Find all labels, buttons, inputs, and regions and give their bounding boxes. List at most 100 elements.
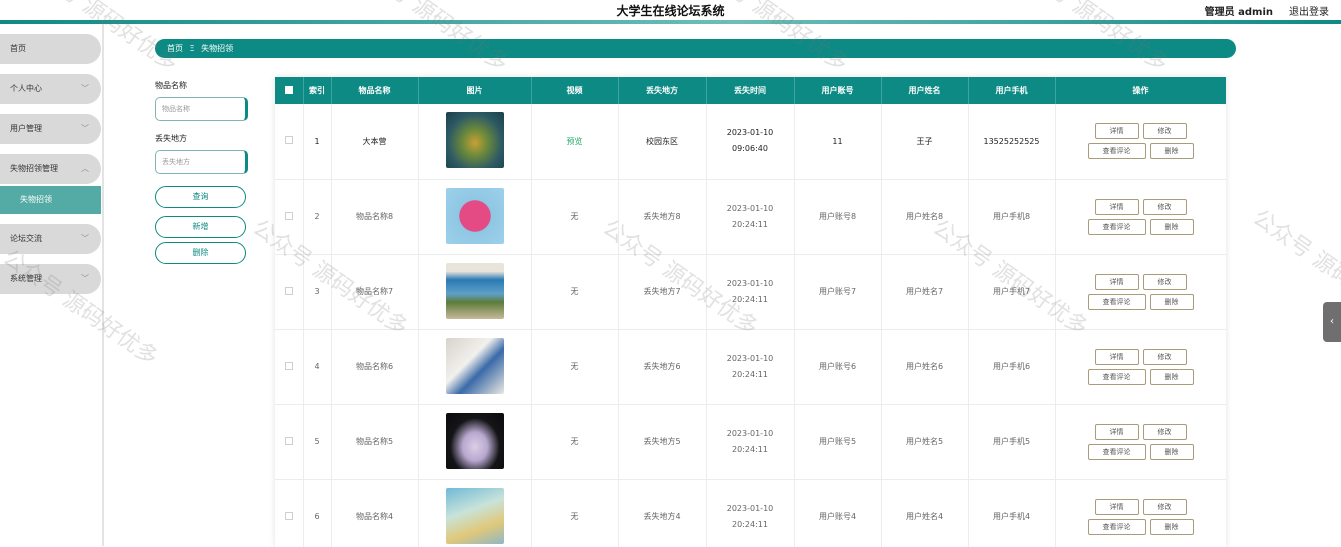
table-row: 4 物品名称6 无丢失地方6 2023-01-10 20:24:11 用户账号6 用户姓名… xyxy=(275,329,1226,405)
detail-button[interactable]: 详情 xyxy=(1094,498,1139,515)
view-comments-button[interactable]: 查看评论 xyxy=(1087,143,1146,160)
row-checkbox[interactable] xyxy=(275,104,304,180)
column-header: 用户姓名 xyxy=(881,77,969,104)
item-name-cell: 物品名称8 xyxy=(331,179,419,255)
sidebar-item-label: 首页 xyxy=(10,44,26,53)
lost-place-cell: 丢失地方4 xyxy=(618,479,707,547)
delete-selected-button[interactable]: 删除 xyxy=(155,242,246,264)
detail-button[interactable]: 详情 xyxy=(1094,348,1139,365)
lost-place-input[interactable]: 丢失地方 xyxy=(155,150,248,174)
username-cell: 用户姓名4 xyxy=(881,479,969,547)
delete-button[interactable]: 删除 xyxy=(1149,293,1194,310)
breadcrumb-home[interactable]: 首页 xyxy=(167,44,183,53)
chevron-up-icon: ︿ xyxy=(81,164,89,173)
edit-button[interactable]: 修改 xyxy=(1142,198,1187,215)
app-title: 大学生在线论坛系统 xyxy=(616,4,725,18)
delete-button[interactable]: 删除 xyxy=(1149,143,1194,160)
row-checkbox[interactable] xyxy=(275,404,304,480)
sidebar-item-system[interactable]: 系统管理 ﹀ xyxy=(0,264,101,294)
delete-button[interactable]: 删除 xyxy=(1149,218,1194,235)
sidebar-item-personal[interactable]: 个人中心 ﹀ xyxy=(0,74,101,104)
column-header: 用户手机 xyxy=(968,77,1056,104)
view-comments-button[interactable]: 查看评论 xyxy=(1087,368,1146,385)
detail-button[interactable]: 详情 xyxy=(1094,198,1139,215)
sidebar-subitem-lost-found[interactable]: 失物招领 xyxy=(0,186,101,214)
actions-cell: 详情 修改查看评论 删除 xyxy=(1055,104,1226,180)
table-header-row: 索引 物品名称 图片 视频 丢失地方 丢失时间 用户账号 用户姓名 用户手机 操… xyxy=(275,77,1226,104)
phone-cell: 用户手机6 xyxy=(968,329,1056,405)
lost-time-cell: 2023-01-10 20:24:11 xyxy=(706,179,795,255)
phone-cell: 用户手机4 xyxy=(968,479,1056,547)
sidebar-item-users[interactable]: 用户管理 ﹀ xyxy=(0,114,101,144)
image-cell xyxy=(418,329,532,405)
detail-button[interactable]: 详情 xyxy=(1094,123,1139,140)
sidebar-item-forum[interactable]: 论坛交流 ﹀ xyxy=(0,224,101,254)
item-photo[interactable] xyxy=(445,487,504,544)
delete-button[interactable]: 删除 xyxy=(1149,518,1194,535)
sidebar-item-home[interactable]: 首页 xyxy=(0,34,101,64)
logout-link[interactable]: 退出登录 xyxy=(1289,3,1329,18)
index-cell: 2 xyxy=(303,179,332,255)
item-photo[interactable] xyxy=(445,262,504,319)
delete-button[interactable]: 删除 xyxy=(1149,368,1194,385)
actions-cell: 详情 修改查看评论 删除 xyxy=(1055,254,1226,330)
edit-button[interactable]: 修改 xyxy=(1142,498,1187,515)
table-row: 2 物品名称8 无丢失地方8 2023-01-10 20:24:11 用户账号8 用户姓名… xyxy=(275,179,1226,255)
add-button[interactable]: 新增 xyxy=(155,216,246,238)
index-cell: 4 xyxy=(303,329,332,405)
table-row: 3 物品名称7 无丢失地方7 2023-01-10 20:24:11 用户账号7 用户姓名… xyxy=(275,254,1226,330)
item-photo[interactable] xyxy=(445,412,504,469)
row-checkbox[interactable] xyxy=(275,254,304,330)
sidebar-subitem-label: 失物招领 xyxy=(20,195,52,204)
image-cell xyxy=(418,254,532,330)
delete-button[interactable]: 删除 xyxy=(1149,443,1194,460)
index-cell: 1 xyxy=(303,104,332,180)
view-comments-button[interactable]: 查看评论 xyxy=(1087,293,1146,310)
item-photo[interactable] xyxy=(445,112,504,169)
index-cell: 6 xyxy=(303,479,332,547)
detail-button[interactable]: 详情 xyxy=(1094,423,1139,440)
item-name-input[interactable]: 物品名称 xyxy=(155,97,248,121)
view-comments-button[interactable]: 查看评论 xyxy=(1087,218,1146,235)
item-photo[interactable] xyxy=(445,187,504,244)
query-button[interactable]: 查询 xyxy=(155,186,246,208)
edit-button[interactable]: 修改 xyxy=(1142,273,1187,290)
account-cell: 用户账号8 xyxy=(794,179,882,255)
select-all-checkbox[interactable] xyxy=(275,77,304,104)
video-cell: 预览 xyxy=(531,104,619,180)
edit-button[interactable]: 修改 xyxy=(1142,348,1187,365)
edit-button[interactable]: 修改 xyxy=(1142,423,1187,440)
detail-button[interactable]: 详情 xyxy=(1094,273,1139,290)
row-checkbox[interactable] xyxy=(275,479,304,547)
actions-cell: 详情 修改查看评论 删除 xyxy=(1055,404,1226,480)
view-comments-button[interactable]: 查看评论 xyxy=(1087,518,1146,535)
sidebar-item-lost-found[interactable]: 失物招领管理 ︿ xyxy=(0,154,101,184)
item-photo[interactable] xyxy=(445,337,504,394)
view-comments-button[interactable]: 查看评论 xyxy=(1087,443,1146,460)
row-checkbox[interactable] xyxy=(275,179,304,255)
image-cell xyxy=(418,404,532,480)
lost-time-cell: 2023-01-10 20:24:11 xyxy=(706,329,795,405)
image-cell xyxy=(418,104,532,180)
column-header: 丢失地方 xyxy=(618,77,707,104)
column-header: 操作 xyxy=(1055,77,1226,104)
column-header: 物品名称 xyxy=(331,77,419,104)
lost-place-cell: 丢失地方7 xyxy=(618,254,707,330)
image-cell xyxy=(418,179,532,255)
chevron-down-icon: ﹀ xyxy=(81,84,89,93)
video-cell: 无 xyxy=(531,179,619,255)
admin-label: 管理员 admin xyxy=(1204,7,1273,18)
row-checkbox[interactable] xyxy=(275,329,304,405)
phone-cell: 13525252525 xyxy=(968,104,1056,180)
video-cell: 无 xyxy=(531,479,619,547)
video-cell: 无 xyxy=(531,329,619,405)
username-cell: 用户姓名8 xyxy=(881,179,969,255)
chevron-left-icon[interactable]: ‹ xyxy=(1323,302,1341,342)
video-preview-link[interactable]: 预览 xyxy=(567,137,583,146)
edit-button[interactable]: 修改 xyxy=(1142,123,1187,140)
lost-time-cell: 2023-01-10 20:24:11 xyxy=(706,404,795,480)
phone-cell: 用户手机5 xyxy=(968,404,1056,480)
lost-place-cell: 丢失地方5 xyxy=(618,404,707,480)
column-header: 丢失时间 xyxy=(706,77,795,104)
breadcrumb: 首页 Ξ 失物招领 xyxy=(155,39,1236,58)
